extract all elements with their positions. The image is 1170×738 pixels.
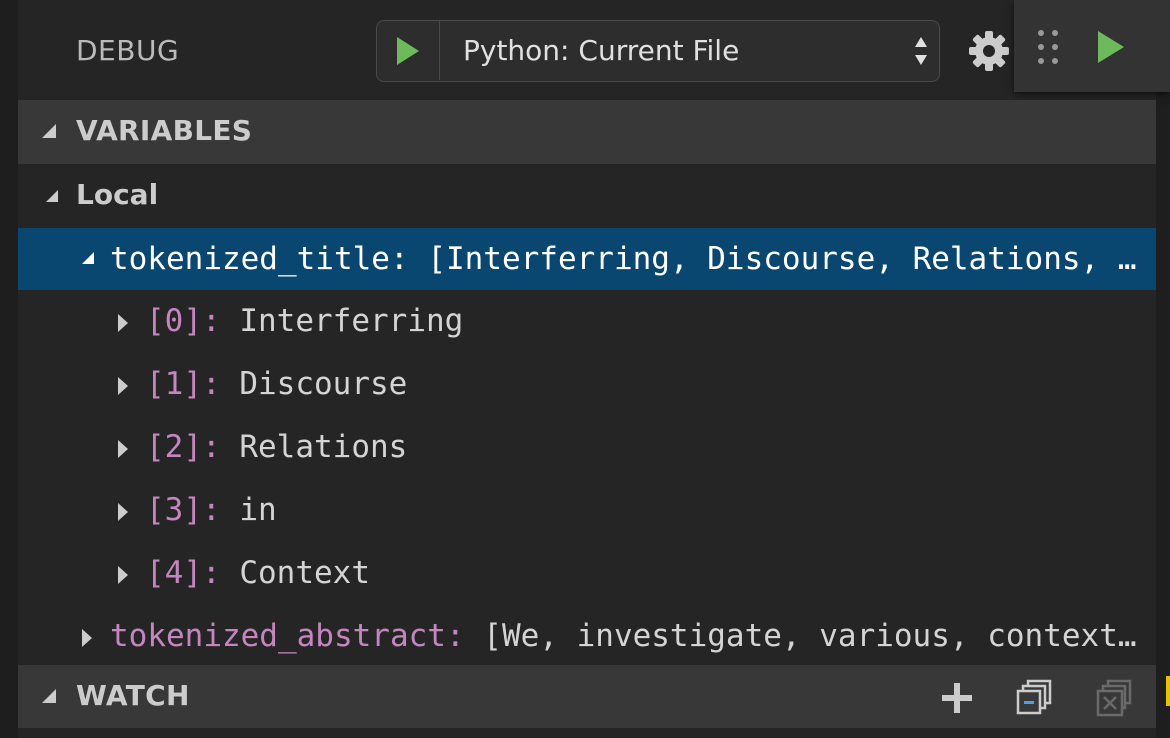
variable-tokenized-title[interactable]: tokenized_title: [Interferring, Discours…	[18, 228, 1156, 290]
variable-name: tokenized_abstract	[110, 618, 446, 654]
collapsed-triangle-icon	[118, 377, 128, 395]
bottom-strip	[18, 728, 1156, 738]
debug-toolbar	[1014, 0, 1170, 92]
list-item[interactable]: [3]: in	[18, 479, 1156, 542]
gear-icon[interactable]	[968, 30, 1010, 72]
item-index: [0]	[146, 303, 202, 339]
variable-value: [We, investigate, various, context…	[483, 618, 1137, 654]
start-debugging-button[interactable]	[377, 21, 440, 80]
configuration-name: Python: Current File	[463, 34, 740, 67]
debug-view: DEBUG Python: Current File VARIABLES Loc…	[0, 0, 1170, 738]
variable-name: tokenized_title	[110, 241, 390, 277]
continue-icon[interactable]	[1094, 28, 1128, 66]
variable-value: [Interferring, Discourse, Relations, …	[427, 241, 1137, 277]
item-index: [1]	[146, 366, 202, 402]
collapsed-triangle-icon	[82, 629, 92, 647]
item-separator: :	[202, 429, 221, 465]
select-arrows-icon	[915, 37, 927, 65]
play-icon	[397, 36, 419, 65]
item-separator: :	[202, 303, 221, 339]
item-index: [2]	[146, 429, 202, 465]
item-value: Relations	[239, 429, 408, 465]
collapsed-triangle-icon	[118, 314, 128, 332]
list-item[interactable]: [0]: Interferring	[18, 290, 1156, 353]
plus-icon[interactable]	[940, 681, 974, 715]
debug-header: DEBUG Python: Current File	[18, 0, 1156, 100]
editor-glyph-marker	[1166, 676, 1170, 706]
variable-separator: :	[389, 241, 409, 277]
watch-section-label: WATCH	[76, 679, 190, 712]
item-value: in	[239, 492, 277, 528]
expanded-triangle-icon	[46, 190, 58, 202]
item-separator: :	[202, 366, 221, 402]
list-item[interactable]: [2]: Relations	[18, 416, 1156, 479]
list-item[interactable]: [1]: Discourse	[18, 353, 1156, 416]
expanded-triangle-icon	[82, 252, 94, 264]
activity-bar-edge	[0, 0, 18, 738]
debug-configuration-select[interactable]: Python: Current File	[376, 20, 940, 82]
scope-local[interactable]: Local	[18, 164, 1156, 227]
debug-title: DEBUG	[76, 34, 180, 67]
item-value: Context	[239, 555, 370, 591]
watch-section-header[interactable]: WATCH	[18, 665, 1156, 729]
variables-section-label: VARIABLES	[76, 114, 253, 147]
list-item[interactable]: [4]: Context	[18, 542, 1156, 605]
item-separator: :	[202, 555, 221, 591]
collapsed-triangle-icon	[118, 566, 128, 584]
expanded-triangle-icon	[42, 689, 56, 703]
collapse-all-icon[interactable]	[1016, 679, 1054, 717]
variable-tokenized-abstract[interactable]: tokenized_abstract: [We, investigate, va…	[18, 605, 1156, 665]
scope-label: Local	[76, 178, 159, 211]
editor-edge	[1156, 90, 1170, 738]
variable-separator: :	[445, 618, 465, 654]
item-value: Discourse	[239, 366, 408, 402]
item-separator: :	[202, 492, 221, 528]
remove-all-icon[interactable]	[1094, 679, 1134, 719]
collapsed-triangle-icon	[118, 503, 128, 521]
item-index: [4]	[146, 555, 202, 591]
item-value: Interferring	[239, 303, 464, 339]
collapsed-triangle-icon	[118, 440, 128, 458]
expanded-triangle-icon	[42, 124, 56, 138]
grip-icon[interactable]	[1036, 28, 1060, 66]
variables-section-header[interactable]: VARIABLES	[18, 100, 1156, 164]
item-index: [3]	[146, 492, 202, 528]
